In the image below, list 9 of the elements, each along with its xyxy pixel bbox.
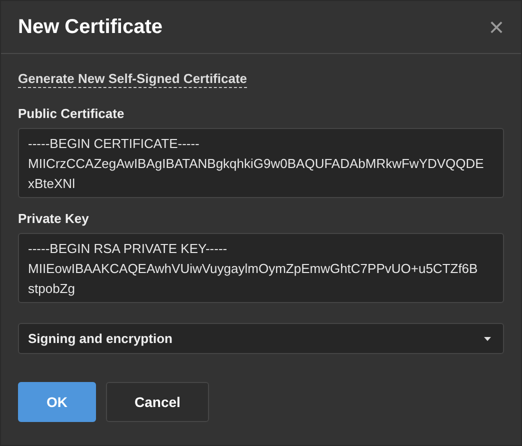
dialog-title: New Certificate	[18, 16, 162, 38]
certificate-field[interactable]: -----BEGIN CERTIFICATE----- MIICrzCCAZegAwIBAgIBATANBgkqhkiG9w0BAQUFADAbMRkwFwYDVQQDE xBteXNl	[18, 128, 504, 198]
cancel-button[interactable]: Cancel	[106, 382, 209, 422]
caret-icon	[484, 336, 491, 340]
generate-certificate-link[interactable]: Generate New Self-Signed Certificate	[18, 71, 248, 88]
private-key-field[interactable]: -----BEGIN RSA PRIVATE KEY----- MIIEowIBAAKCAQEAwhVUiwVuygaylmOymZpEmwGhtC7PPvUO+u5CTZf6B stpobZg	[18, 233, 504, 303]
field-label: Public Certificate	[18, 106, 124, 121]
field-label: Private Key	[18, 211, 89, 226]
usage-select[interactable]: Signing and encryption	[18, 323, 504, 354]
